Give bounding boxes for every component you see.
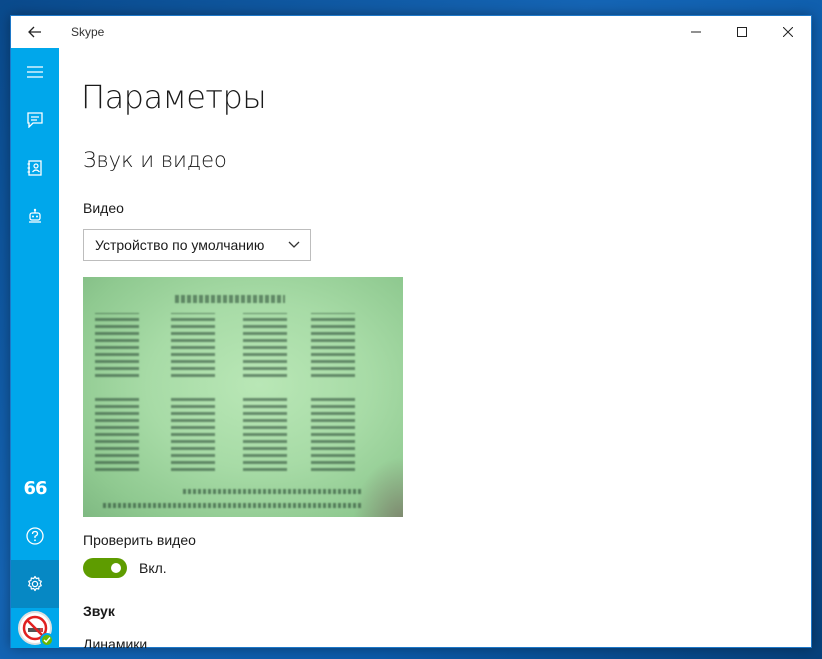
video-device-dropdown[interactable]: Устройство по умолчанию	[83, 229, 311, 261]
sidebar-item-profile[interactable]	[11, 608, 59, 648]
section-title: Звук и видео	[83, 148, 227, 172]
test-video-toggle-state: Вкл.	[139, 560, 167, 576]
back-arrow-icon	[28, 26, 41, 38]
maximize-button[interactable]	[719, 16, 765, 48]
sidebar-item-bots[interactable]	[11, 192, 59, 240]
close-button[interactable]	[765, 16, 811, 48]
preview-heading-blur	[175, 295, 285, 303]
preview-column	[171, 313, 215, 377]
toggle-knob	[111, 563, 121, 573]
page-title: Параметры	[81, 78, 267, 116]
title-bar: Skype	[11, 16, 811, 48]
video-label: Видео	[83, 200, 124, 216]
close-icon	[783, 27, 793, 37]
sidebar: 66	[11, 48, 59, 648]
preview-column	[311, 397, 355, 471]
chat-icon	[27, 112, 43, 128]
sound-section-title: Звук	[83, 603, 115, 619]
preview-column	[243, 397, 287, 471]
sidebar-item-settings[interactable]	[11, 560, 59, 608]
sidebar-item-chats[interactable]	[11, 96, 59, 144]
bot-icon	[29, 208, 41, 223]
speakers-label: Динамики	[83, 636, 148, 648]
gear-icon	[28, 575, 42, 592]
minimize-icon	[691, 31, 701, 33]
settings-content: Параметры Звук и видео Видео Устройство …	[59, 48, 811, 648]
preview-column	[243, 313, 287, 377]
preview-column	[311, 313, 355, 377]
preview-footer-line	[183, 489, 363, 494]
video-device-value: Устройство по умолчанию	[95, 237, 265, 253]
minimize-button[interactable]	[673, 16, 719, 48]
quote-icon: 66	[23, 477, 47, 499]
preview-finger-shadow	[353, 457, 403, 517]
preview-column	[95, 397, 139, 471]
sidebar-item-quotes[interactable]: 66	[11, 464, 59, 512]
maximize-icon	[737, 27, 747, 37]
preview-footer-line	[103, 503, 363, 508]
app-title: Skype	[71, 25, 105, 39]
preview-column	[171, 397, 215, 471]
presence-online-badge	[40, 633, 54, 647]
sidebar-item-menu[interactable]	[11, 48, 59, 96]
chevron-down-icon	[288, 241, 300, 248]
test-video-toggle[interactable]	[83, 558, 127, 578]
sidebar-item-help[interactable]	[11, 512, 59, 560]
preview-column	[95, 313, 139, 377]
back-button[interactable]	[11, 16, 59, 48]
test-video-label: Проверить видео	[83, 532, 196, 548]
skype-window: Skype 66 Параметры Звук и видео Видео Ус…	[10, 15, 812, 648]
help-icon	[26, 527, 44, 545]
contacts-icon	[27, 160, 42, 176]
video-preview	[83, 277, 403, 517]
hamburger-icon	[27, 66, 43, 78]
checkmark-icon	[43, 637, 51, 644]
sidebar-item-contacts[interactable]	[11, 144, 59, 192]
avatar	[18, 611, 54, 647]
